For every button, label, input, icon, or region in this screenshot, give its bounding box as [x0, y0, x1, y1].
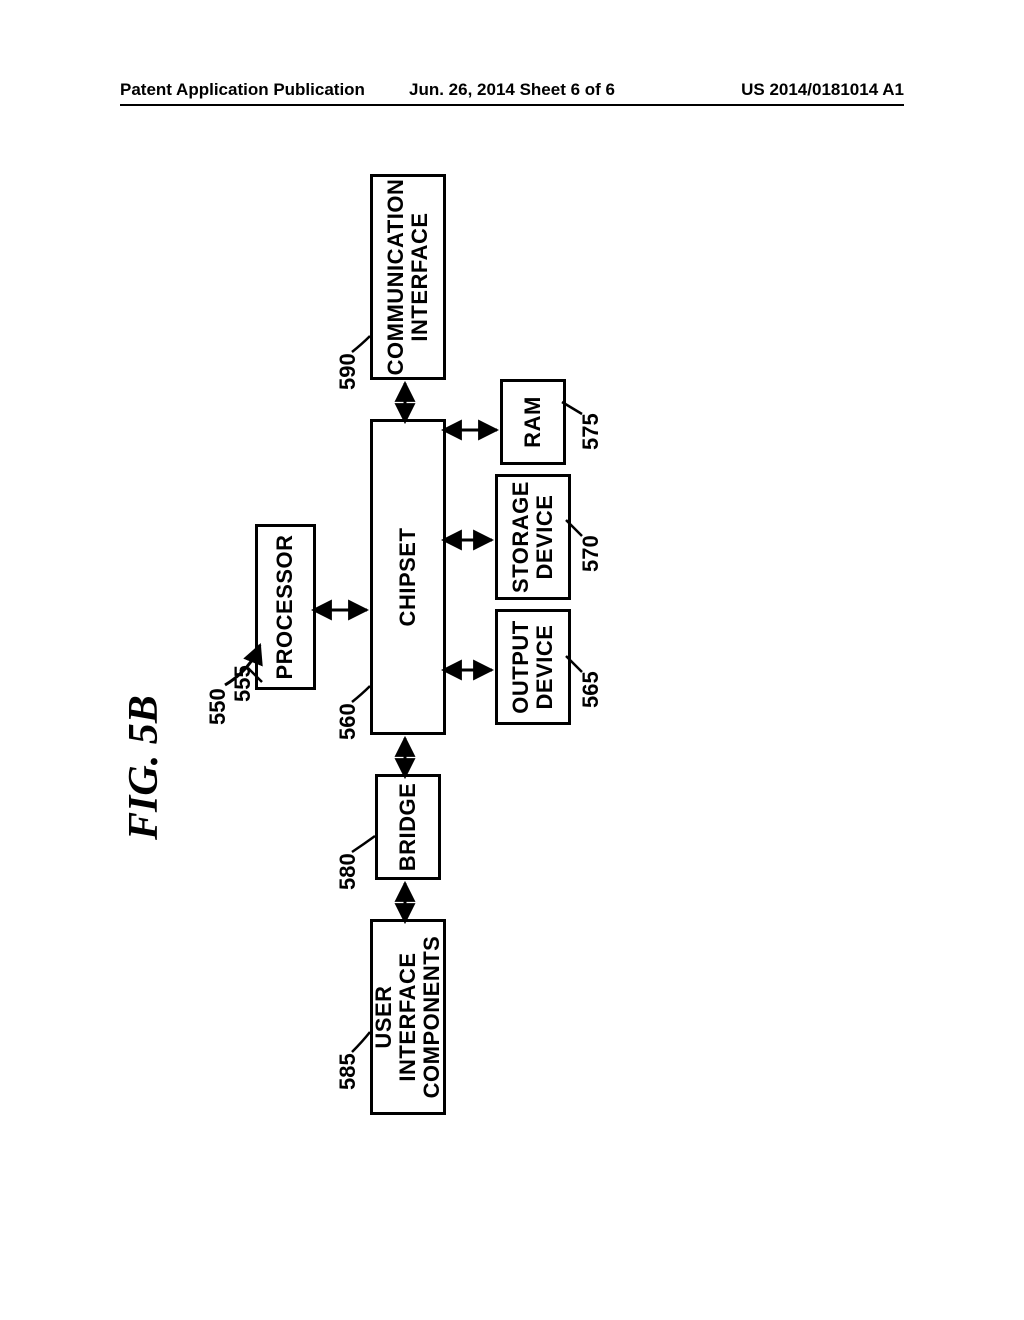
block-user-interface-components: USER INTERFACE COMPONENTS: [370, 919, 446, 1115]
ref-590: 590: [335, 353, 361, 390]
block-storage-device: STORAGE DEVICE: [495, 474, 571, 600]
ref-585: 585: [335, 1053, 361, 1090]
page-header: Patent Application Publication Jun. 26, …: [120, 80, 904, 106]
ref-system: 550: [205, 688, 231, 725]
block-label: USER INTERFACE COMPONENTS: [372, 922, 445, 1112]
ref-580: 580: [335, 853, 361, 890]
block-output-device: OUTPUT DEVICE: [495, 609, 571, 725]
figure-title: FIG. 5B: [120, 695, 168, 840]
ref-565: 565: [578, 671, 604, 708]
ref-555: 555: [230, 665, 256, 702]
ref-570: 570: [578, 535, 604, 572]
figure-diagram: FIG. 5B 550 USER INTERFACE COMPONENTS BR…: [0, 180, 1024, 1180]
block-bridge: BRIDGE: [375, 774, 441, 880]
block-label: CHIPSET: [396, 528, 420, 627]
header-pubnumber: US 2014/0181014 A1: [741, 80, 904, 100]
block-communication-interface: COMMUNICATION INTERFACE: [370, 174, 446, 380]
header-date-sheet: Jun. 26, 2014 Sheet 6 of 6: [409, 80, 615, 100]
block-label: PROCESSOR: [273, 534, 297, 679]
ref-575: 575: [578, 413, 604, 450]
block-processor: PROCESSOR: [255, 524, 316, 690]
block-chipset: CHIPSET: [370, 419, 446, 735]
ref-560: 560: [335, 703, 361, 740]
block-label: RAM: [521, 396, 545, 448]
block-label: OUTPUT DEVICE: [509, 620, 557, 713]
header-publication: Patent Application Publication: [120, 80, 365, 100]
block-label: STORAGE DEVICE: [509, 481, 557, 593]
block-label: BRIDGE: [396, 783, 420, 872]
block-label: COMMUNICATION INTERFACE: [384, 179, 432, 376]
block-ram: RAM: [500, 379, 566, 465]
